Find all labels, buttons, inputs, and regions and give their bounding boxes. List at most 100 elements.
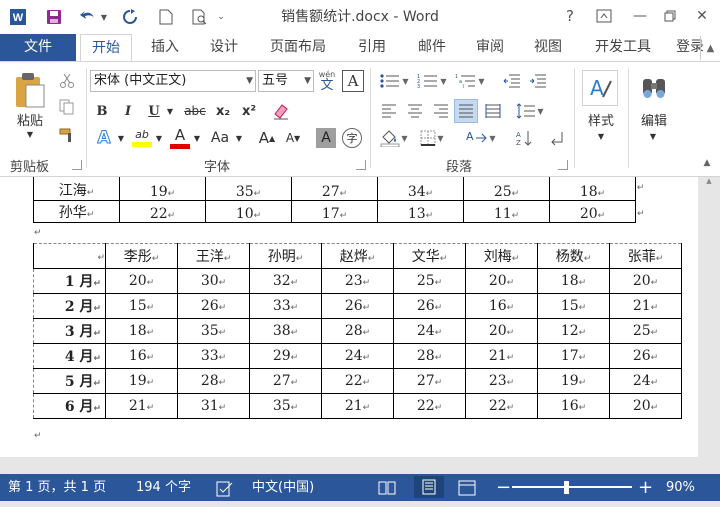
table-cell[interactable]: 23↵ [465, 368, 538, 394]
table-cell[interactable]: 35↵ [205, 177, 292, 201]
table-cell[interactable]: 33↵ [249, 293, 322, 319]
table-cell[interactable]: 21↵ [465, 343, 538, 369]
table-cell[interactable]: 34↵ [377, 177, 464, 201]
close-button[interactable]: ✕ [688, 4, 716, 28]
table-cell[interactable]: 20↵ [465, 268, 538, 294]
table-cell[interactable]: 18↵ [549, 177, 636, 201]
tab-insert[interactable]: 插入 [140, 34, 190, 61]
table-cell[interactable]: 20↵ [549, 200, 636, 223]
table-header-cell[interactable]: 张菲↵ [609, 243, 682, 269]
character-border-button[interactable]: A [342, 70, 364, 92]
table-cell[interactable]: 28↵ [177, 368, 250, 394]
tab-design[interactable]: 设计 [200, 34, 248, 61]
clipboard-launcher-icon[interactable] [72, 160, 82, 170]
month-cell[interactable]: 3 月↵ [33, 318, 106, 344]
table-cell[interactable]: 35↵ [249, 393, 322, 419]
repeat-icon[interactable] [118, 6, 142, 28]
restore-icon[interactable] [656, 4, 684, 28]
table-cell[interactable]: 20↵ [105, 268, 178, 294]
font-launcher-icon[interactable] [356, 160, 366, 170]
table-cell[interactable]: 13↵ [377, 200, 464, 223]
read-mode-icon[interactable] [378, 479, 396, 497]
minimize-button[interactable]: — [626, 4, 654, 28]
table-corner-cell[interactable]: ↵ [33, 243, 106, 269]
table-cell[interactable]: 27↵ [249, 368, 322, 394]
table-cell[interactable]: 23↵ [321, 268, 394, 294]
table-cell[interactable]: 15↵ [537, 293, 610, 319]
tab-developer[interactable]: 开发工具 [586, 34, 660, 61]
table-cell[interactable]: 28↵ [321, 318, 394, 344]
change-case-button[interactable]: Aa [206, 126, 234, 150]
table-cell[interactable]: 25↵ [463, 177, 550, 201]
month-cell[interactable]: 1 月↵ [33, 268, 106, 294]
table-header-cell[interactable]: 李彤↵ [105, 243, 178, 269]
tab-view[interactable]: 视图 [524, 34, 572, 61]
enclose-characters-button[interactable]: 字 [342, 128, 362, 148]
table-cell[interactable]: 22↵ [465, 393, 538, 419]
month-cell[interactable]: 6 月↵ [33, 393, 106, 419]
zoom-slider-thumb[interactable] [564, 481, 569, 494]
styles-label[interactable]: 样式 [580, 110, 622, 129]
phonetic-guide-button[interactable]: wén 文 [316, 68, 338, 94]
table-cell[interactable]: 17↵ [537, 343, 610, 369]
font-name-select[interactable]: 宋体 (中文正文) ▼ [90, 70, 256, 92]
table-cell[interactable]: 20↵ [609, 268, 682, 294]
table-header-cell[interactable]: 杨数↵ [537, 243, 610, 269]
document-area[interactable]: 江海↵ 19↵ 35↵ 27↵ 34↵ 25↵ 18↵ ↵ 孙华↵ 22↵ 10↵ 17↵ 13↵ 11↵… [0, 177, 720, 474]
table-cell[interactable]: 24↵ [393, 318, 466, 344]
table-row-name[interactable]: 江海↵ [33, 177, 120, 201]
editing-dropdown-icon[interactable]: ▼ [646, 130, 660, 142]
paste-label[interactable]: 粘贴 [10, 110, 50, 129]
cut-icon[interactable] [56, 70, 78, 92]
table-cell[interactable]: 26↵ [393, 293, 466, 319]
highlight-dropdown-icon[interactable]: ▼ [154, 126, 164, 150]
table-cell[interactable]: 31↵ [177, 393, 250, 419]
distributed-icon[interactable] [482, 100, 504, 122]
line-spacing-icon[interactable]: ▼ [512, 100, 548, 122]
table-header-cell[interactable]: 文华↵ [393, 243, 466, 269]
table-cell[interactable]: 32↵ [249, 268, 322, 294]
table-cell[interactable]: 25↵ [609, 318, 682, 344]
customize-qat-icon[interactable]: ⌄ [214, 6, 228, 28]
table-cell[interactable]: 17↵ [291, 200, 378, 223]
underline-dropdown-icon[interactable]: ▼ [164, 100, 176, 122]
month-cell[interactable]: 4 月↵ [33, 343, 106, 369]
table-cell[interactable]: 20↵ [609, 393, 682, 419]
table-cell[interactable]: 28↵ [393, 343, 466, 369]
proofing-icon[interactable] [216, 480, 234, 497]
print-layout-icon[interactable] [414, 476, 444, 498]
zoom-out-icon[interactable]: − [496, 474, 511, 501]
font-color-dropdown-icon[interactable]: ▼ [192, 126, 202, 150]
collapse-ribbon-icon[interactable]: ▲ [700, 156, 714, 170]
table-cell[interactable]: 29↵ [249, 343, 322, 369]
bold-button[interactable]: B [92, 100, 112, 122]
table-cell[interactable]: 20↵ [465, 318, 538, 344]
language-indicator[interactable]: 中文(中国) [252, 474, 314, 501]
underline-button[interactable]: U [144, 100, 164, 122]
table-cell[interactable]: 19↵ [537, 368, 610, 394]
align-center-icon[interactable] [404, 100, 426, 122]
table-cell[interactable]: 33↵ [177, 343, 250, 369]
word-count[interactable]: 194 个字 [136, 474, 191, 501]
table-header-cell[interactable]: 赵烨↵ [321, 243, 394, 269]
clear-formatting-icon[interactable] [268, 100, 294, 122]
table-cell[interactable]: 16↵ [465, 293, 538, 319]
table-cell[interactable]: 11↵ [463, 200, 550, 223]
new-document-icon[interactable] [154, 6, 178, 28]
strikethrough-button[interactable]: abc [180, 100, 210, 122]
zoom-level[interactable]: 90% [666, 474, 695, 501]
table-cell[interactable]: 24↵ [609, 368, 682, 394]
tab-home[interactable]: 开始 [80, 34, 132, 61]
table-cell[interactable]: 30↵ [177, 268, 250, 294]
month-cell[interactable]: 2 月↵ [33, 293, 106, 319]
ribbon-display-options-icon[interactable] [590, 4, 618, 28]
tab-file[interactable]: 文件 [0, 34, 76, 61]
table-cell[interactable]: 26↵ [321, 293, 394, 319]
table-cell[interactable]: 16↵ [105, 343, 178, 369]
superscript-button[interactable]: x² [238, 100, 260, 122]
table-header-cell[interactable]: 孙明↵ [249, 243, 322, 269]
binoculars-icon[interactable] [636, 70, 672, 106]
table-row-name[interactable]: 孙华↵ [33, 200, 120, 223]
text-effects-button[interactable]: A [92, 126, 116, 150]
tab-references[interactable]: 引用 [348, 34, 396, 61]
